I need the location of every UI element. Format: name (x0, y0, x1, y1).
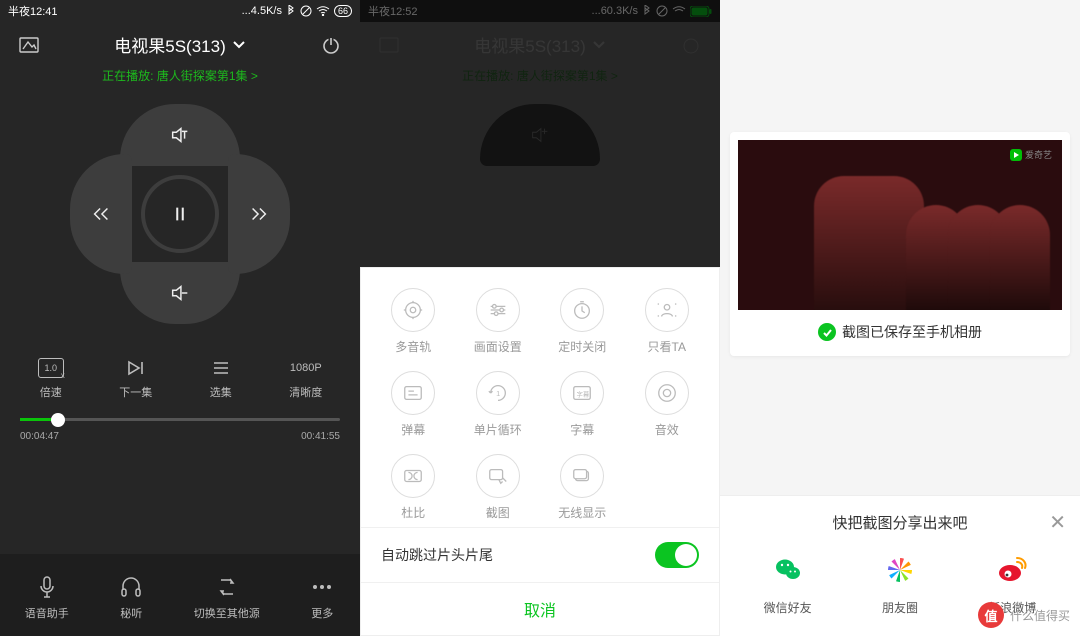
header: 电视果5S(313) (0, 22, 360, 63)
bluetooth-icon (286, 5, 296, 17)
sleep-timer-button[interactable]: 定时关闭 (540, 288, 625, 355)
private-listen-button[interactable]: 秘听 (118, 575, 144, 621)
quality-button[interactable]: 1080P 清晰度 (289, 358, 322, 400)
screenshot-preview: 爱奇艺 (738, 140, 1062, 310)
episode-list-button[interactable]: 选集 (208, 358, 234, 400)
quality-icon: 1080P (293, 358, 319, 378)
forward-button[interactable] (228, 154, 290, 274)
switch-source-icon (214, 575, 240, 599)
saved-message: 截图已保存至手机相册 (738, 322, 1062, 342)
picture-settings-icon (476, 288, 520, 332)
danmu-icon (391, 371, 435, 415)
skip-intro-toggle[interactable] (655, 542, 699, 568)
close-icon[interactable]: ✕ (1049, 510, 1066, 535)
private-listen-icon (118, 575, 144, 599)
multi-audio-icon (391, 288, 435, 332)
bluetooth-icon (642, 5, 652, 17)
multi-audio-button[interactable]: 多音轨 (371, 288, 456, 355)
status-bar: 半夜12:41 ...4.5K/s 66 (0, 0, 360, 22)
dnd-icon (656, 5, 668, 17)
danmu-button[interactable]: 弹幕 (371, 371, 456, 438)
screenshot-card: 爱奇艺 截图已保存至手机相册 (730, 132, 1070, 356)
dpad (70, 104, 290, 324)
battery-icon (690, 6, 712, 17)
switch-source-button[interactable]: 切换至其他源 (194, 575, 260, 621)
wireless-display-icon (560, 454, 604, 498)
moments-button[interactable]: 朋友圈 (879, 549, 921, 616)
sleep-timer-icon (560, 288, 604, 332)
only-ta-button[interactable]: 只看TA (625, 288, 710, 355)
status-time: 半夜12:41 (8, 3, 58, 19)
progress-thumb[interactable] (51, 413, 65, 427)
checkmark-icon (818, 323, 836, 341)
screenshot-icon (476, 454, 520, 498)
only-ta-icon (645, 288, 689, 332)
subtitle-icon: 字幕 (560, 371, 604, 415)
bottom-bar: 语音助手 秘听 切换至其他源 更多 (0, 554, 360, 636)
more-icon (309, 575, 335, 599)
wifi-icon (316, 6, 330, 16)
skip-intro-row[interactable]: 自动跳过片头片尾 (361, 527, 719, 582)
smzdm-watermark: 值 什么值得买 (978, 602, 1070, 628)
skip-intro-label: 自动跳过片头片尾 (381, 545, 493, 565)
volume-down-button[interactable] (120, 262, 240, 324)
screenshot-button[interactable]: 截图 (456, 454, 541, 521)
chevron-down-icon (232, 40, 246, 50)
svg-text:1: 1 (496, 389, 500, 398)
single-loop-button[interactable]: 1单片循环 (456, 371, 541, 438)
next-episode-button[interactable]: 下一集 (119, 358, 152, 400)
status-net: ...4.5K/s (242, 5, 282, 17)
dolby-icon (391, 454, 435, 498)
moments-icon (879, 549, 921, 591)
cast-icon[interactable] (18, 34, 40, 56)
play-pause-button[interactable] (141, 175, 219, 253)
time-elapsed: 00:04:47 (20, 431, 59, 442)
dnd-icon (300, 5, 312, 17)
device-dropdown[interactable]: 电视果5S(313) (114, 32, 245, 57)
wireless-display-button[interactable]: 无线显示 (540, 454, 625, 521)
volume-up-button[interactable] (120, 104, 240, 166)
sound-effect-icon (645, 371, 689, 415)
progress-bar[interactable]: 00:04:47 00:41:55 (0, 400, 360, 448)
wechat-icon (767, 549, 809, 591)
more-sheet: 多音轨画面设置定时关闭只看TA 弹幕1单片循环字幕字幕音效杜比截图无线显示 自动跳… (360, 267, 720, 636)
speed-button[interactable]: 1.0x 倍速 (38, 358, 64, 400)
cancel-button[interactable]: 取消 (361, 582, 719, 635)
power-icon[interactable] (320, 34, 342, 56)
svg-text:字幕: 字幕 (577, 390, 590, 399)
speed-icon: 1.0x (38, 358, 64, 378)
sound-effect-button[interactable]: 音效 (625, 371, 710, 438)
weibo-icon (991, 549, 1033, 591)
wifi-icon (672, 6, 686, 16)
more-button[interactable]: 更多 (309, 575, 335, 621)
battery-icon: 66 (334, 5, 352, 17)
single-loop-icon: 1 (476, 371, 520, 415)
status-bar: 半夜12:52 ...60.3K/s (360, 0, 720, 22)
time-total: 00:41:55 (301, 431, 340, 442)
now-playing[interactable]: 正在播放: 唐人街探案第1集 > (0, 63, 360, 94)
voice-assist-icon (34, 575, 60, 599)
picture-settings-button[interactable]: 画面设置 (456, 288, 541, 355)
subtitle-button[interactable]: 字幕字幕 (540, 371, 625, 438)
wechat-button[interactable]: 微信好友 (764, 549, 812, 616)
next-episode-icon (123, 358, 149, 378)
rewind-button[interactable] (70, 154, 132, 274)
options-row: 1.0x 倍速 下一集 选集 1080P 清晰度 (0, 358, 360, 400)
voice-assist-button[interactable]: 语音助手 (25, 575, 69, 621)
episode-list-icon (208, 358, 234, 378)
dolby-button[interactable]: 杜比 (371, 454, 456, 521)
smzdm-badge-icon: 值 (978, 602, 1004, 628)
share-title: 快把截图分享出来吧 (720, 512, 1080, 533)
iqiyi-watermark: 爱奇艺 (1010, 148, 1052, 161)
